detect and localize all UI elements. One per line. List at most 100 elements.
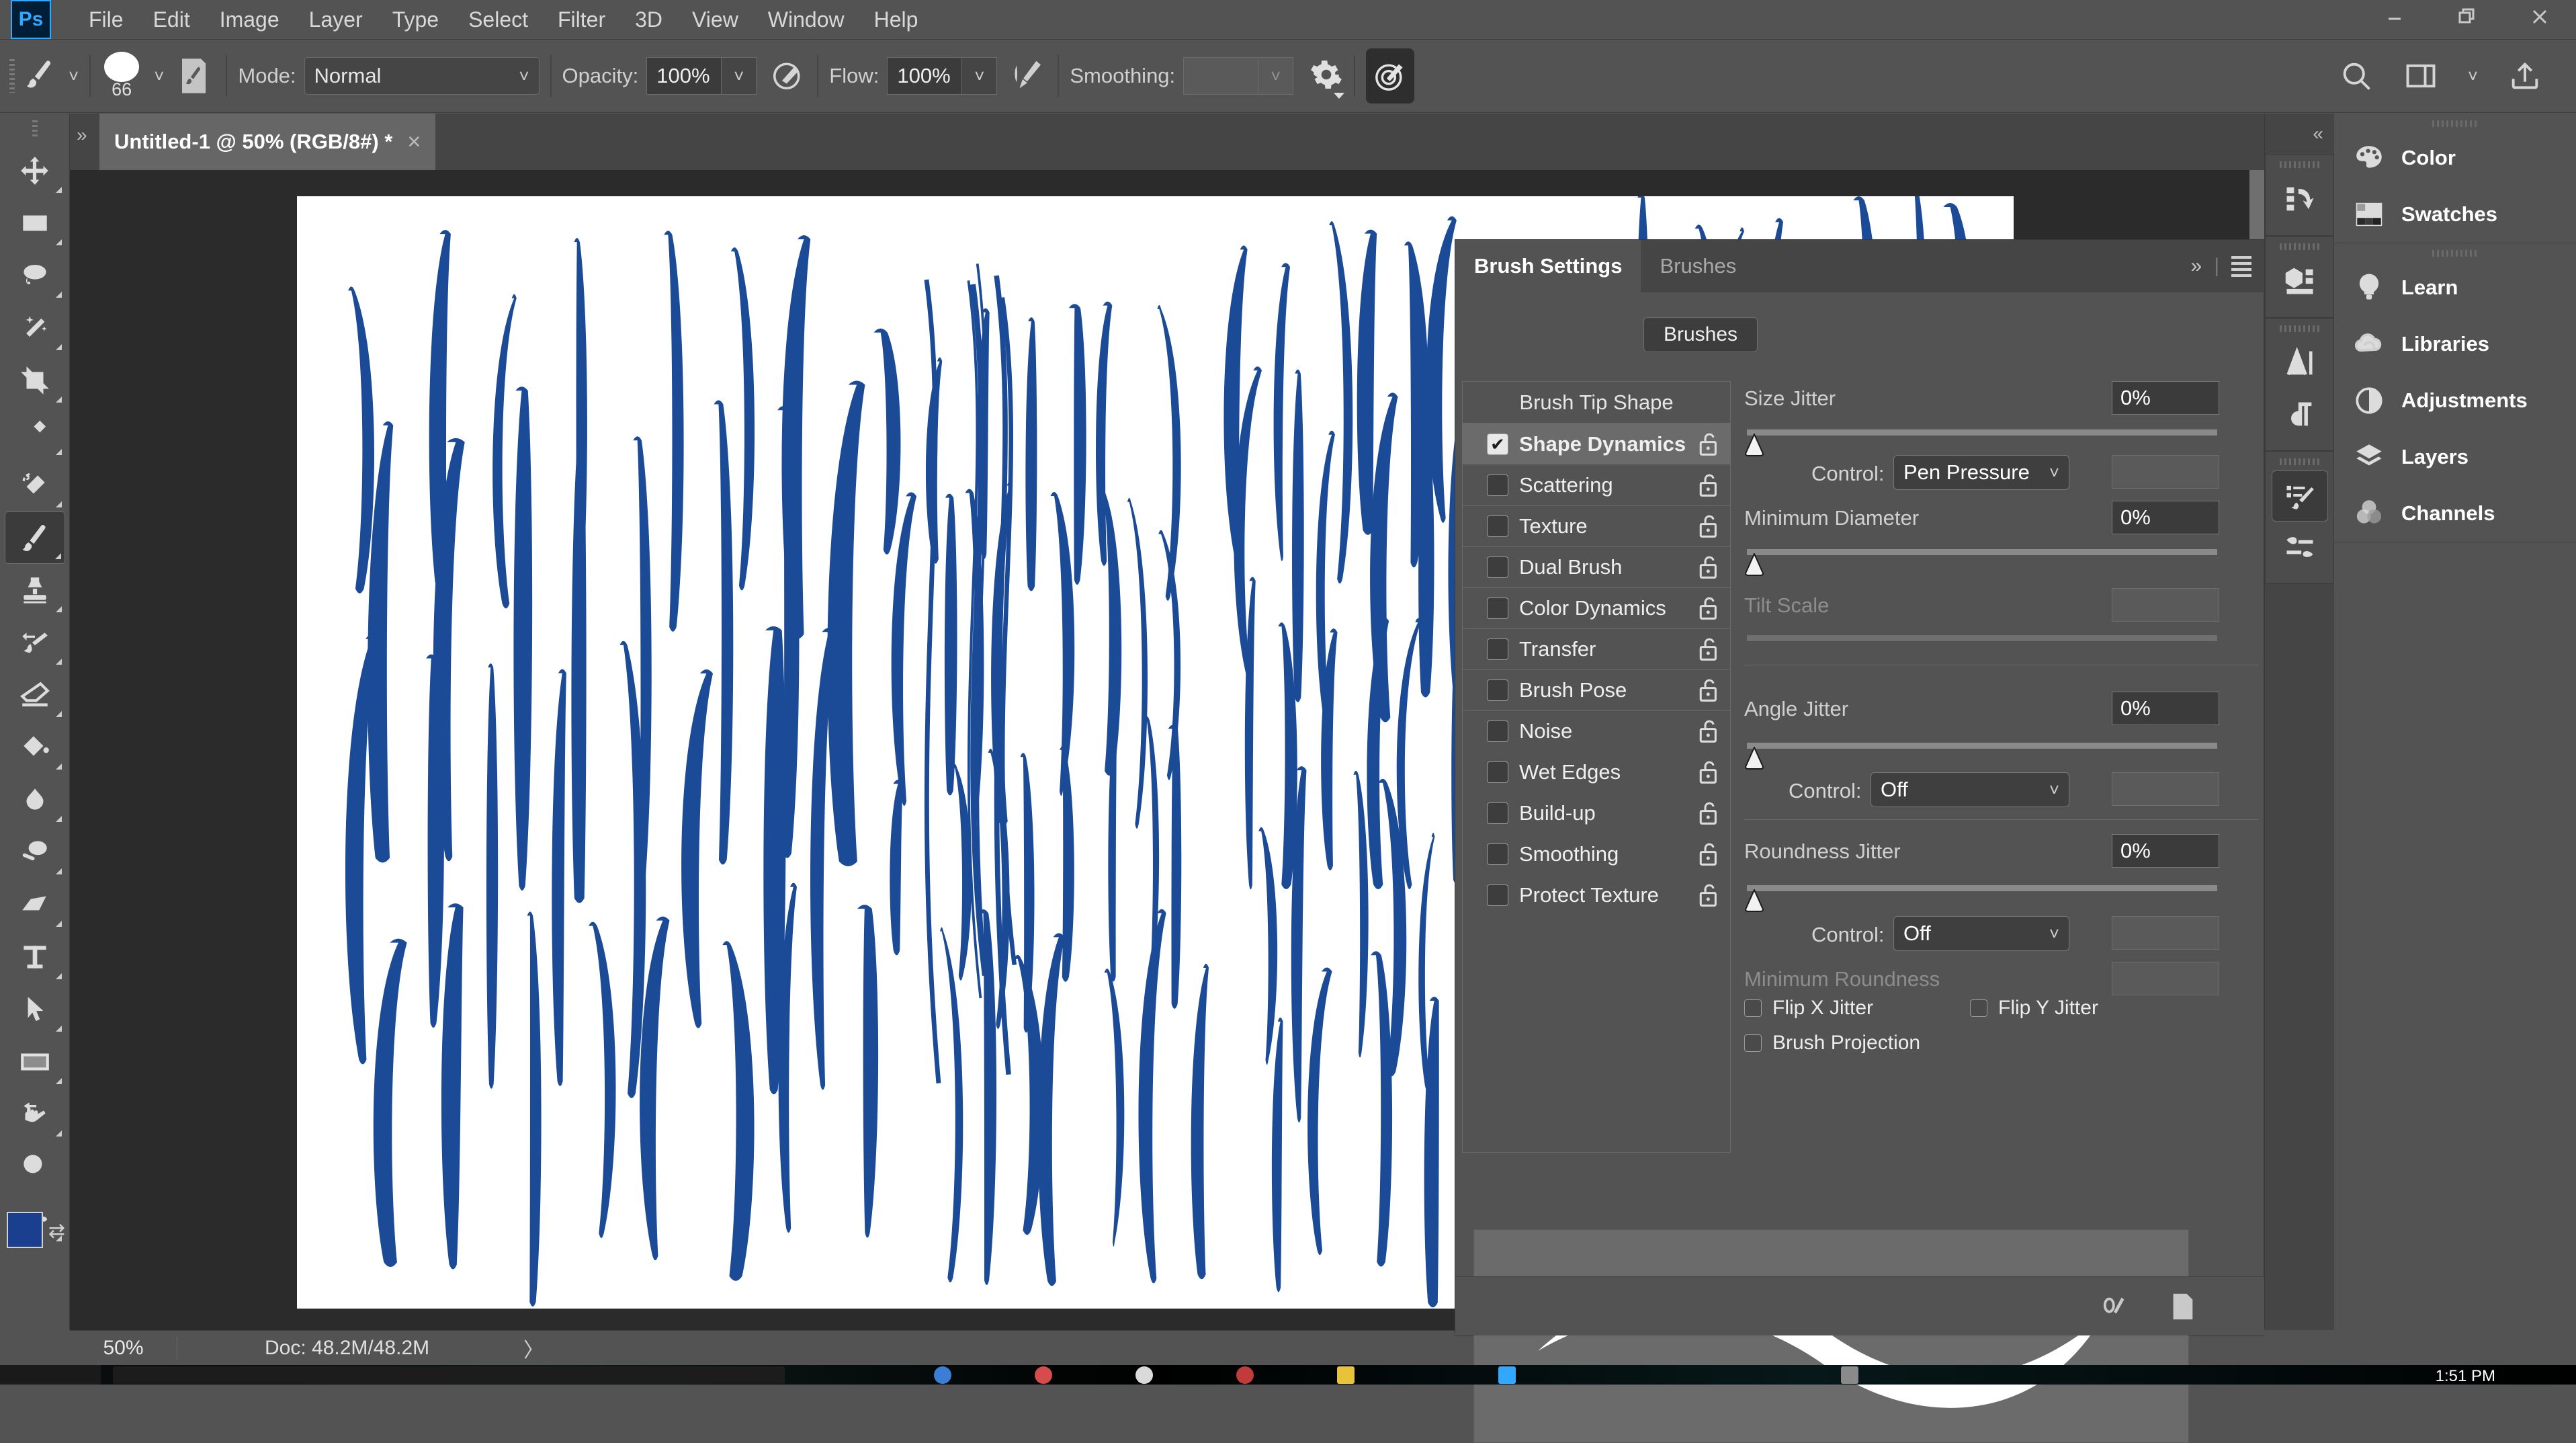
expand-dock-icon[interactable]: « xyxy=(2265,114,2334,154)
dock-icon-brush-settings[interactable] xyxy=(2272,470,2328,522)
path-selection-tool[interactable] xyxy=(5,983,65,1036)
brush-option-checkbox[interactable] xyxy=(1487,434,1508,455)
flip-y-jitter-checkbox[interactable] xyxy=(1970,999,1987,1017)
angle-control-extra-field[interactable] xyxy=(2112,772,2219,806)
brush-option-row[interactable]: Shape Dynamics xyxy=(1463,423,1730,464)
foreground-color-swatch[interactable] xyxy=(7,1212,43,1248)
taskbar-icon-1[interactable] xyxy=(934,1366,951,1384)
brush-option-row[interactable]: Noise xyxy=(1463,710,1730,751)
eraser-tool[interactable] xyxy=(5,669,65,721)
group-grip[interactable] xyxy=(2280,243,2320,250)
brush-option-row[interactable]: Transfer xyxy=(1463,628,1730,669)
brush-option-checkbox[interactable] xyxy=(1487,475,1508,496)
opacity-value[interactable]: 100% xyxy=(646,57,722,95)
taskbar-clock[interactable]: 1:51 PM xyxy=(2436,1367,2495,1385)
dock-icon-history[interactable] xyxy=(2272,173,2328,224)
brush-option-row[interactable]: Protect Texture xyxy=(1463,874,1730,915)
lock-open-icon[interactable] xyxy=(1698,718,1721,744)
brush-preset-picker[interactable]: 66 ˅ xyxy=(101,52,172,100)
flip-x-jitter-checkbox[interactable] xyxy=(1744,999,1762,1017)
brush-option-checkbox[interactable] xyxy=(1487,516,1508,537)
dodge-tool[interactable] xyxy=(5,826,65,878)
brush-option-row[interactable]: Wet Edges xyxy=(1463,751,1730,792)
brush-option-row[interactable]: Dual Brush xyxy=(1463,546,1730,587)
roundness-control-extra-field[interactable] xyxy=(2112,916,2219,950)
lock-open-icon[interactable] xyxy=(1698,759,1721,785)
taskbar-icon-6[interactable] xyxy=(1841,1366,1858,1384)
chevron-down-icon[interactable]: ˅ xyxy=(2468,66,2478,87)
airbrush-button[interactable] xyxy=(1011,56,1047,96)
brush-option-checkbox[interactable] xyxy=(1487,802,1508,824)
symmetry-paint-button[interactable] xyxy=(1366,48,1414,104)
hand-tool[interactable] xyxy=(5,1088,65,1141)
taskbar-search-box[interactable] xyxy=(113,1366,785,1384)
panel-item-swatches[interactable]: Swatches xyxy=(2334,186,2576,243)
brush-option-row[interactable]: Brush Pose xyxy=(1463,669,1730,710)
group-grip[interactable] xyxy=(2280,161,2320,168)
flow-dropdown-button[interactable]: ˅ xyxy=(962,57,997,95)
smoothing-value[interactable] xyxy=(1183,57,1258,95)
brush-option-checkbox[interactable] xyxy=(1487,597,1508,619)
rectangular-marquee-tool[interactable] xyxy=(5,197,65,249)
options-bar-grip[interactable] xyxy=(9,59,15,93)
panel-item-layers[interactable]: Layers xyxy=(2334,429,2576,485)
size-jitter-value[interactable]: 0% xyxy=(2112,381,2219,415)
workspace-icon[interactable] xyxy=(2403,58,2438,93)
lock-open-icon[interactable] xyxy=(1698,472,1721,498)
crop-tool[interactable] xyxy=(5,354,65,407)
history-brush-tool[interactable] xyxy=(5,616,65,669)
dock-icon-paragraph[interactable] xyxy=(2272,388,2328,440)
brush-option-checkbox[interactable] xyxy=(1487,556,1508,578)
angle-jitter-slider-thumb[interactable] xyxy=(1744,747,1764,770)
taskbar-icon-2[interactable] xyxy=(1035,1366,1052,1384)
panel-item-channels[interactable]: Channels xyxy=(2334,485,2576,542)
spot-healing-brush-tool[interactable] xyxy=(5,459,65,511)
flow-stepper[interactable]: 100% ˅ xyxy=(887,57,997,95)
blur-tool[interactable] xyxy=(5,774,65,826)
lock-open-icon[interactable] xyxy=(1698,677,1721,703)
taskbar-icon-5[interactable] xyxy=(1337,1366,1355,1384)
close-icon[interactable]: × xyxy=(407,129,421,155)
tab-brushes[interactable]: Brushes xyxy=(1641,240,1755,292)
clone-stamp-tool[interactable] xyxy=(5,564,65,616)
minimum-diameter-value[interactable]: 0% xyxy=(2112,501,2219,534)
smoothing-options-button[interactable] xyxy=(1310,58,1343,95)
brush-option-checkbox[interactable] xyxy=(1487,761,1508,783)
menu-edit[interactable]: Edit xyxy=(138,0,205,39)
lock-open-icon[interactable] xyxy=(1698,800,1721,826)
panel-item-libraries[interactable]: Libraries xyxy=(2334,316,2576,372)
gradient-tool[interactable] xyxy=(5,721,65,774)
panel-item-adjustments[interactable]: Adjustments xyxy=(2334,372,2576,429)
lock-open-icon[interactable] xyxy=(1698,595,1721,621)
restore-button[interactable] xyxy=(2431,0,2503,34)
smoothing-stepper[interactable]: ˅ xyxy=(1183,57,1293,95)
opacity-dropdown-button[interactable]: ˅ xyxy=(722,57,757,95)
taskbar-icon-4[interactable] xyxy=(1236,1366,1254,1384)
brushes-button[interactable]: Brushes xyxy=(1643,317,1758,352)
menu-type[interactable]: Type xyxy=(378,0,454,39)
group-grip[interactable] xyxy=(2432,250,2478,257)
taskbar-icon-photoshop[interactable] xyxy=(1498,1366,1516,1384)
panel-item-learn[interactable]: Learn xyxy=(2334,259,2576,316)
roundness-jitter-value[interactable]: 0% xyxy=(2112,834,2219,868)
dock-icon-3d-properties[interactable] xyxy=(2272,255,2328,306)
tool-preset-picker[interactable]: ˅ xyxy=(22,57,79,95)
brush-tip-shape-header[interactable]: Brush Tip Shape xyxy=(1463,382,1730,423)
brush-option-checkbox[interactable] xyxy=(1487,679,1508,701)
new-brush-preset-icon[interactable] xyxy=(2167,1291,2198,1322)
lock-open-icon[interactable] xyxy=(1698,636,1721,662)
menu-image[interactable]: Image xyxy=(205,0,294,39)
object-selection-tool[interactable] xyxy=(5,302,65,354)
menu-3d[interactable]: 3D xyxy=(620,0,677,39)
brush-option-checkbox[interactable] xyxy=(1487,884,1508,906)
pressure-opacity-button[interactable] xyxy=(770,56,806,96)
status-expand-icon[interactable]: 〉 xyxy=(523,1333,544,1363)
lock-open-icon[interactable] xyxy=(1698,513,1721,539)
angle-jitter-value[interactable]: 0% xyxy=(2112,692,2219,725)
menu-filter[interactable]: Filter xyxy=(543,0,620,39)
horizontal-type-tool[interactable] xyxy=(5,931,65,983)
brush-option-checkbox[interactable] xyxy=(1487,638,1508,660)
menu-layer[interactable]: Layer xyxy=(294,0,378,39)
roundness-control-select[interactable]: Off ˅ xyxy=(1893,916,2069,951)
smoothing-dropdown-button[interactable]: ˅ xyxy=(1258,57,1293,95)
